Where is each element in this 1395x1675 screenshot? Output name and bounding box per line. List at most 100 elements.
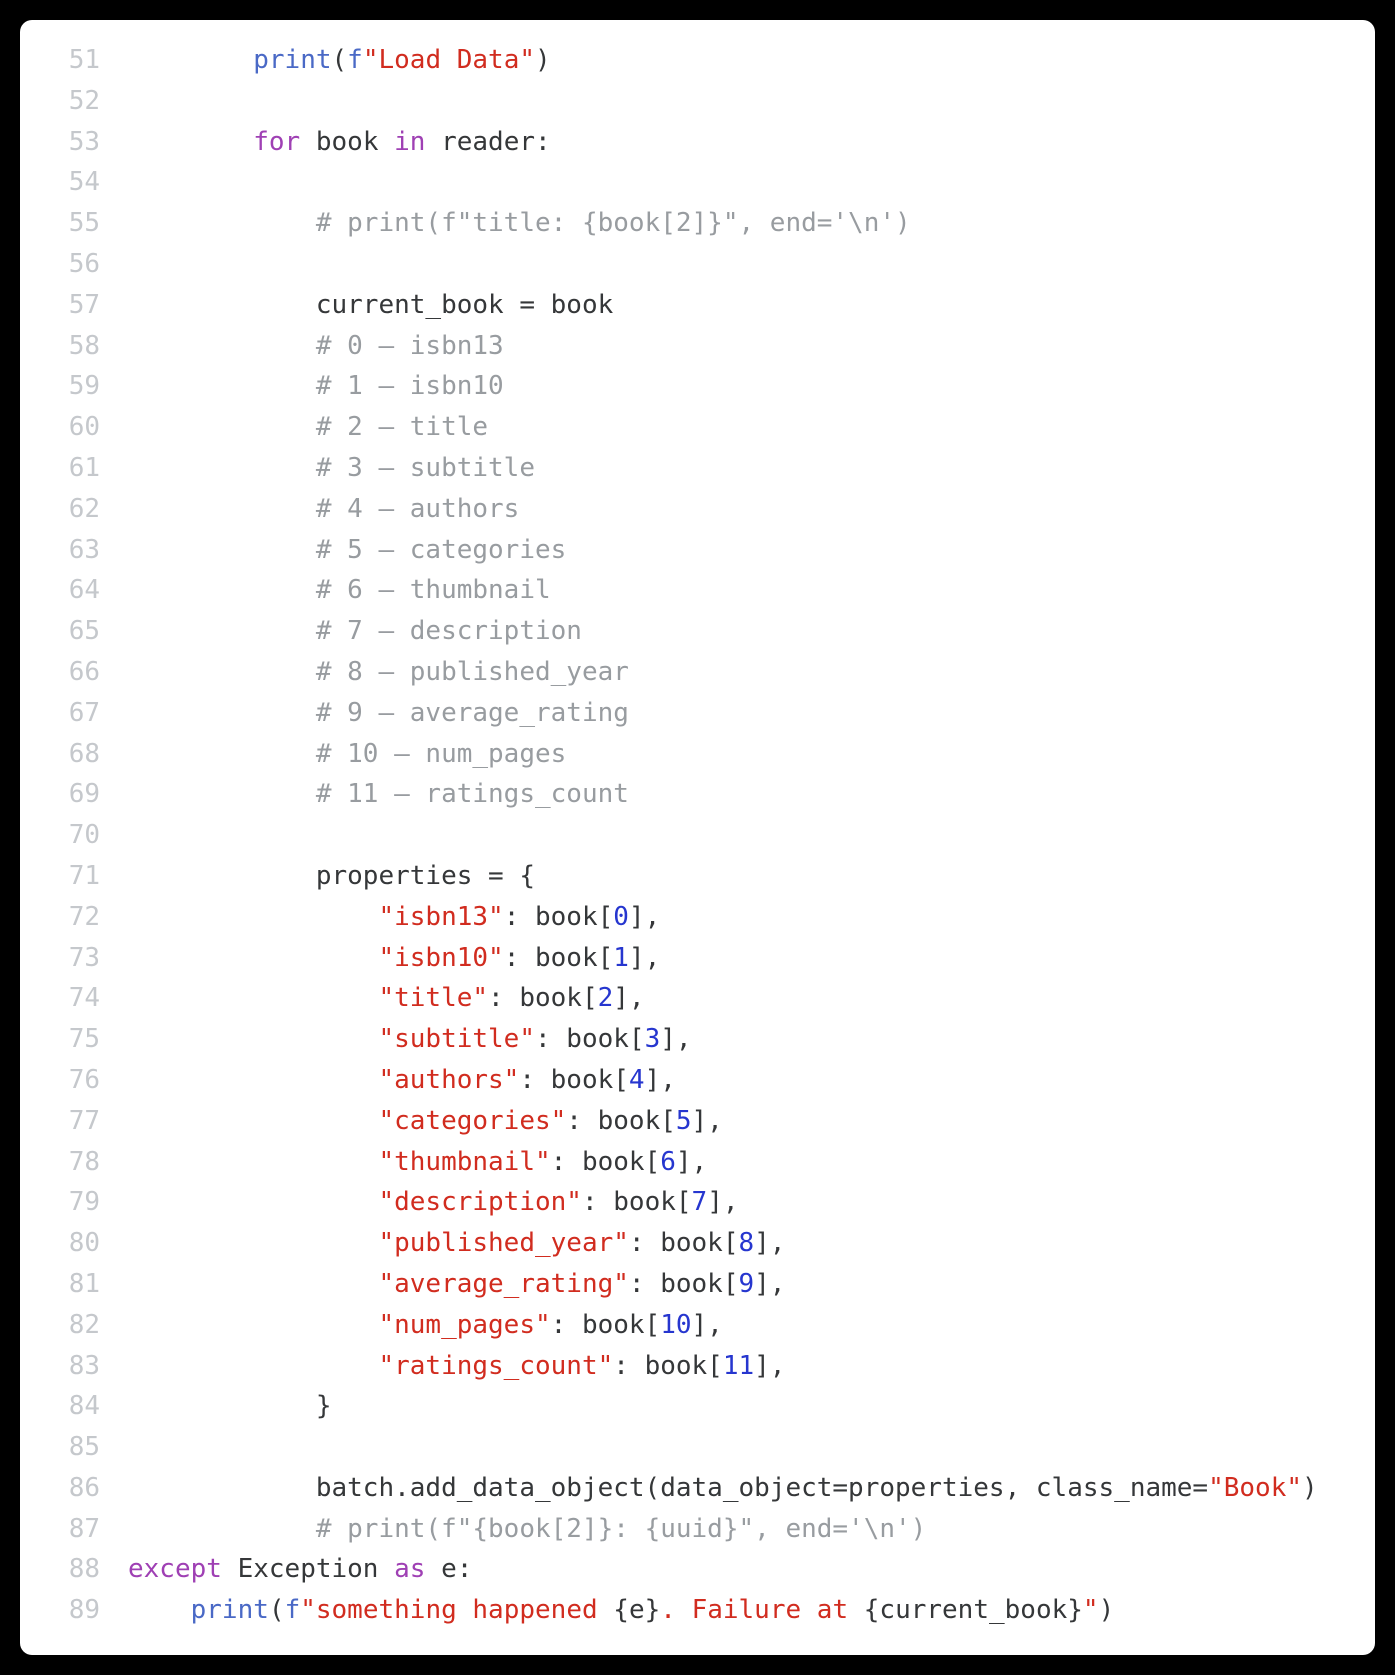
line-number: 57 [20,285,128,326]
code-line[interactable]: 54 [20,162,1355,203]
code-line[interactable]: 56 [20,244,1355,285]
line-number: 77 [20,1101,128,1142]
code-line[interactable]: 61 # 3 – subtitle [20,448,1355,489]
code-content: "subtitle": book[3], [128,1019,692,1060]
code-content: current_book = book [128,285,613,326]
line-number: 60 [20,407,128,448]
code-content [128,1427,144,1468]
code-line[interactable]: 53 for book in reader: [20,122,1355,163]
code-line[interactable]: 89 print(f"something happened {e}. Failu… [20,1590,1355,1631]
line-number: 59 [20,366,128,407]
code-content: # print(f"{book[2]}: {uuid}", end='\n') [128,1509,926,1550]
code-content: properties = { [128,856,535,897]
code-line[interactable]: 69 # 11 – ratings_count [20,774,1355,815]
code-content [128,81,144,122]
code-line[interactable]: 86 batch.add_data_object(data_object=pro… [20,1468,1355,1509]
code-block: 51 print(f"Load Data")52 53 for book in … [20,40,1355,1631]
code-line[interactable]: 65 # 7 – description [20,611,1355,652]
code-line[interactable]: 71 properties = { [20,856,1355,897]
code-content: # 1 – isbn10 [128,366,504,407]
code-content: "average_rating": book[9], [128,1264,785,1305]
code-content: # 5 – categories [128,530,566,571]
code-line[interactable]: 82 "num_pages": book[10], [20,1305,1355,1346]
code-content: # 0 – isbn13 [128,326,504,367]
code-line[interactable]: 74 "title": book[2], [20,978,1355,1019]
code-editor[interactable]: 51 print(f"Load Data")52 53 for book in … [20,20,1375,1655]
code-line[interactable]: 59 # 1 – isbn10 [20,366,1355,407]
line-number: 74 [20,978,128,1019]
code-line[interactable]: 63 # 5 – categories [20,530,1355,571]
line-number: 52 [20,81,128,122]
code-line[interactable]: 79 "description": book[7], [20,1182,1355,1223]
code-line[interactable]: 64 # 6 – thumbnail [20,570,1355,611]
line-number: 71 [20,856,128,897]
code-line[interactable]: 57 current_book = book [20,285,1355,326]
code-line[interactable]: 75 "subtitle": book[3], [20,1019,1355,1060]
code-line[interactable]: 76 "authors": book[4], [20,1060,1355,1101]
line-number: 53 [20,122,128,163]
code-content: "isbn10": book[1], [128,938,660,979]
line-number: 84 [20,1386,128,1427]
line-number: 66 [20,652,128,693]
line-number: 64 [20,570,128,611]
code-content [128,244,144,285]
line-number: 76 [20,1060,128,1101]
code-content: print(f"something happened {e}. Failure … [128,1590,1114,1631]
code-line[interactable]: 81 "average_rating": book[9], [20,1264,1355,1305]
code-content: "num_pages": book[10], [128,1305,723,1346]
code-line[interactable]: 67 # 9 – average_rating [20,693,1355,734]
code-line[interactable]: 83 "ratings_count": book[11], [20,1346,1355,1387]
line-number: 81 [20,1264,128,1305]
code-line[interactable]: 58 # 0 – isbn13 [20,326,1355,367]
code-content: } [128,1386,332,1427]
code-content: # 10 – num_pages [128,734,566,775]
line-number: 63 [20,530,128,571]
code-line[interactable]: 52 [20,81,1355,122]
code-content: # 4 – authors [128,489,519,530]
code-line[interactable]: 88except Exception as e: [20,1549,1355,1590]
code-content [128,815,144,856]
line-number: 89 [20,1590,128,1631]
line-number: 70 [20,815,128,856]
line-number: 75 [20,1019,128,1060]
code-content: "title": book[2], [128,978,645,1019]
line-number: 56 [20,244,128,285]
code-line[interactable]: 70 [20,815,1355,856]
code-line[interactable]: 68 # 10 – num_pages [20,734,1355,775]
line-number: 55 [20,203,128,244]
code-line[interactable]: 77 "categories": book[5], [20,1101,1355,1142]
code-line[interactable]: 51 print(f"Load Data") [20,40,1355,81]
code-content: batch.add_data_object(data_object=proper… [128,1468,1318,1509]
code-content: "description": book[7], [128,1182,739,1223]
code-content: "ratings_count": book[11], [128,1346,785,1387]
code-content: # 3 – subtitle [128,448,535,489]
line-number: 58 [20,326,128,367]
code-content: except Exception as e: [128,1549,472,1590]
code-content: # 9 – average_rating [128,693,629,734]
code-content: # 6 – thumbnail [128,570,551,611]
code-content: "published_year": book[8], [128,1223,785,1264]
code-line[interactable]: 84 } [20,1386,1355,1427]
line-number: 82 [20,1305,128,1346]
code-line[interactable]: 85 [20,1427,1355,1468]
code-line[interactable]: 62 # 4 – authors [20,489,1355,530]
code-content: "isbn13": book[0], [128,897,660,938]
line-number: 80 [20,1223,128,1264]
code-content: for book in reader: [128,122,551,163]
code-line[interactable]: 80 "published_year": book[8], [20,1223,1355,1264]
code-line[interactable]: 66 # 8 – published_year [20,652,1355,693]
code-line[interactable]: 78 "thumbnail": book[6], [20,1142,1355,1183]
code-line[interactable]: 87 # print(f"{book[2]}: {uuid}", end='\n… [20,1509,1355,1550]
code-line[interactable]: 60 # 2 – title [20,407,1355,448]
line-number: 83 [20,1346,128,1387]
line-number: 62 [20,489,128,530]
code-line[interactable]: 73 "isbn10": book[1], [20,938,1355,979]
code-content: # 2 – title [128,407,488,448]
code-line[interactable]: 55 # print(f"title: {book[2]}", end='\n'… [20,203,1355,244]
line-number: 86 [20,1468,128,1509]
code-line[interactable]: 72 "isbn13": book[0], [20,897,1355,938]
code-content: # print(f"title: {book[2]}", end='\n') [128,203,911,244]
code-content: # 11 – ratings_count [128,774,629,815]
code-content: # 8 – published_year [128,652,629,693]
line-number: 79 [20,1182,128,1223]
